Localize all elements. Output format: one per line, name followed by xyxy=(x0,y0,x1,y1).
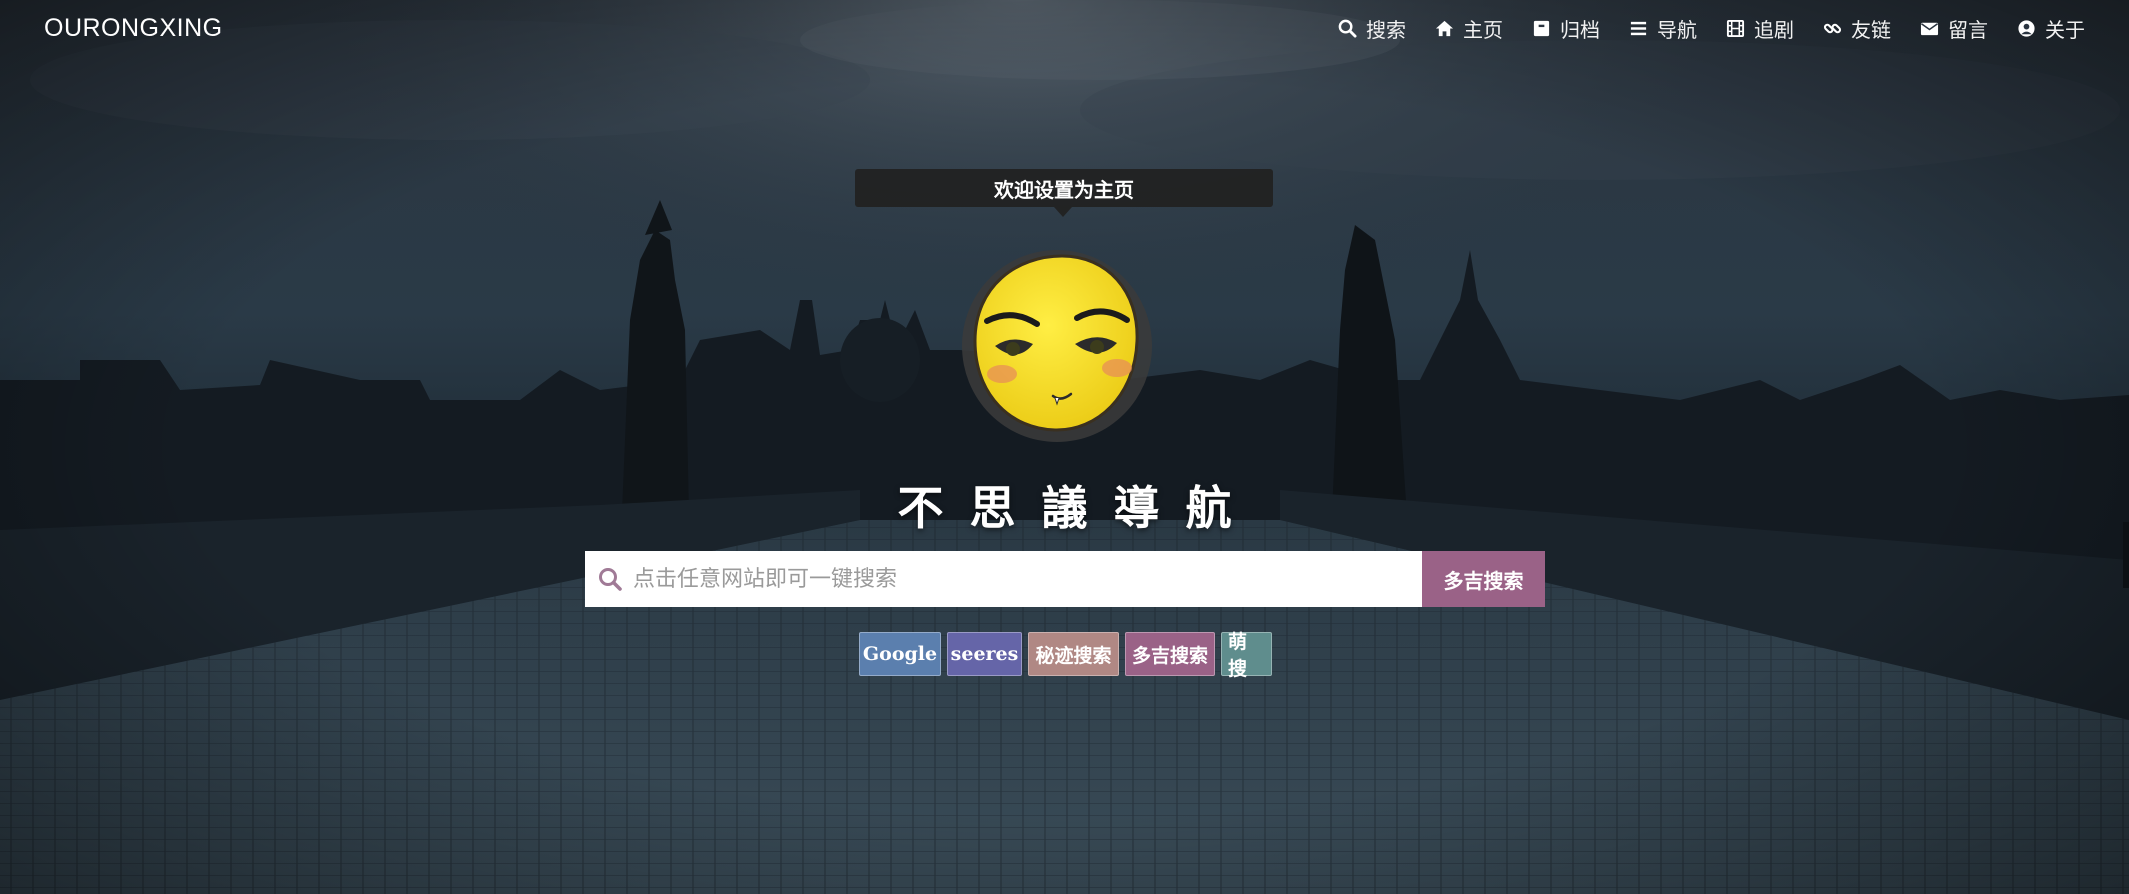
nav-item-archive[interactable]: 归档 xyxy=(1532,14,1600,43)
nav-item-label: 主页 xyxy=(1463,17,1503,42)
search-icon xyxy=(1338,19,1357,38)
nav-item-label: 友链 xyxy=(1851,17,1891,42)
nav-item-label: 归档 xyxy=(1560,17,1600,42)
search-engine-list: Google seeres 秘迹搜索 多吉搜索 萌搜 xyxy=(0,631,2129,680)
search-input[interactable] xyxy=(633,551,1422,607)
background-scene xyxy=(0,0,2129,894)
nav-item-about[interactable]: 关于 xyxy=(2017,14,2085,43)
nav-item-label: 追剧 xyxy=(1754,17,1794,42)
nav-item-home[interactable]: 主页 xyxy=(1435,14,1503,43)
nav-item-label: 搜索 xyxy=(1366,17,1406,42)
search-field-wrapper[interactable] xyxy=(585,551,1422,607)
home-icon xyxy=(1435,20,1454,36)
main-nav: 搜索 主页 归档 导航 追剧 友链 留言 关于 xyxy=(1309,14,2085,43)
nav-item-drama[interactable]: 追剧 xyxy=(1726,14,1794,43)
site-title: 不思議導航 xyxy=(897,481,1258,535)
nav-item-label: 关于 xyxy=(2045,17,2085,42)
engine-dogedoge[interactable]: 多吉搜索 xyxy=(1125,632,1215,676)
avatar[interactable] xyxy=(957,246,1153,442)
list-icon xyxy=(1630,21,1647,35)
set-homepage-tooltip: 欢迎设置为主页 xyxy=(855,169,1273,207)
engine-mijisou[interactable]: 秘迹搜索 xyxy=(1028,632,1119,676)
tooltip-arrow xyxy=(1054,207,1072,217)
engine-seeres[interactable]: seeres xyxy=(947,632,1022,676)
nav-item-label: 留言 xyxy=(1948,17,1988,42)
search-bar: 多吉搜索 xyxy=(585,551,1545,607)
search-icon xyxy=(599,568,622,591)
link-icon xyxy=(1823,23,1842,33)
envelope-icon xyxy=(1920,22,1939,35)
archive-icon xyxy=(1533,20,1550,36)
nav-item-links[interactable]: 友链 xyxy=(1823,14,1891,43)
nav-item-message[interactable]: 留言 xyxy=(1920,14,1988,43)
nav-item-search[interactable]: 搜索 xyxy=(1338,14,1406,43)
engine-mengsou[interactable]: 萌搜 xyxy=(1221,631,1272,680)
search-button[interactable]: 多吉搜索 xyxy=(1422,551,1545,607)
user-circle-icon xyxy=(2018,19,2035,37)
film-icon xyxy=(1726,19,1745,37)
engine-google[interactable]: Google xyxy=(859,632,941,676)
nav-item-navigation[interactable]: 导航 xyxy=(1629,14,1697,43)
nav-item-label: 导航 xyxy=(1657,17,1697,42)
side-scroll-handle[interactable] xyxy=(2123,522,2129,588)
brand-logo[interactable]: OURONGXING xyxy=(44,14,223,43)
top-navbar: OURONGXING 搜索 主页 归档 导航 追剧 友链 留言 关于 xyxy=(0,0,2129,56)
